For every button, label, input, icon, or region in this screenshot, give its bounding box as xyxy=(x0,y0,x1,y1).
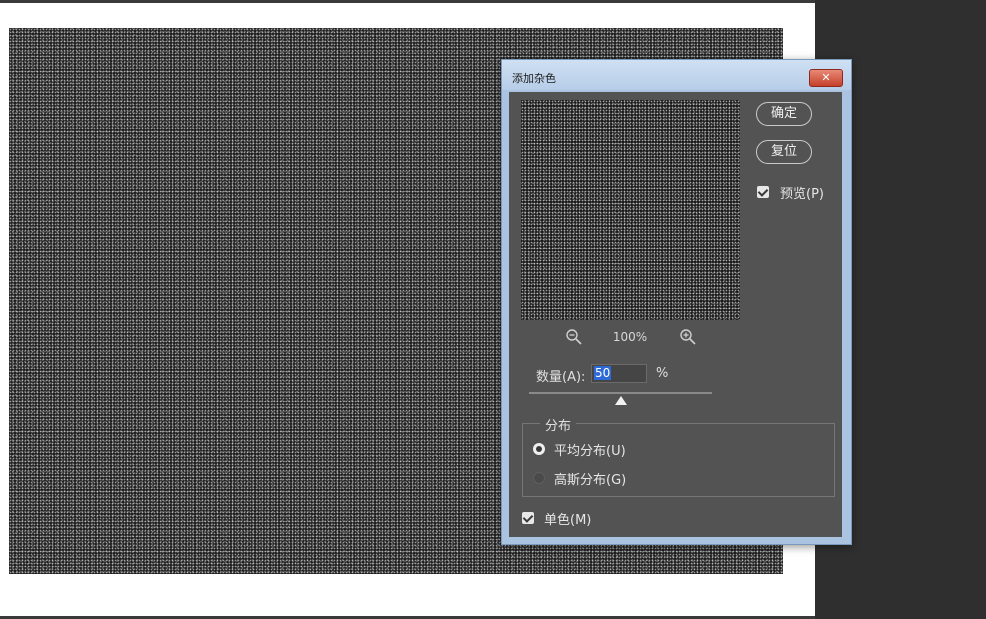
amount-input[interactable]: 50 xyxy=(591,364,647,383)
reset-button[interactable]: 复位 xyxy=(756,140,812,164)
gaussian-radio[interactable] xyxy=(533,472,545,484)
amount-slider-handle[interactable] xyxy=(614,396,627,405)
zoom-in-icon[interactable] xyxy=(679,328,697,346)
dialog-body: 100% 确定 复位 预览(P) 数量(A): 50 % 分布 平均分布(U) … xyxy=(509,92,842,537)
distribution-label: 分布 xyxy=(540,415,577,434)
monochromatic-checkbox[interactable] xyxy=(522,512,534,524)
add-noise-dialog: 添加杂色 ✕ 100% 确定 复位 预览(P) 数量(A): 50 % 分布 平… xyxy=(501,59,852,545)
amount-slider-track[interactable] xyxy=(529,392,712,394)
amount-value: 50 xyxy=(594,366,612,380)
zoom-level: 100% xyxy=(612,330,648,344)
top-strip xyxy=(0,0,815,3)
ok-button[interactable]: 确定 xyxy=(756,102,812,126)
amount-label: 数量(A): xyxy=(536,370,586,385)
gaussian-label[interactable]: 高斯分布(G) xyxy=(554,469,626,488)
zoom-out-icon[interactable] xyxy=(565,328,583,346)
close-icon[interactable]: ✕ xyxy=(809,69,843,87)
amount-unit: % xyxy=(656,366,669,381)
preview-checkbox[interactable] xyxy=(757,186,769,198)
preview-label: 预览(P) xyxy=(780,187,824,202)
monochromatic-label: 单色(M) xyxy=(544,513,592,528)
uniform-radio[interactable] xyxy=(533,443,545,455)
filter-preview[interactable] xyxy=(521,100,740,320)
uniform-label[interactable]: 平均分布(U) xyxy=(554,440,626,459)
dialog-title: 添加杂色 xyxy=(512,72,556,85)
dialog-titlebar[interactable]: 添加杂色 ✕ xyxy=(502,60,851,90)
